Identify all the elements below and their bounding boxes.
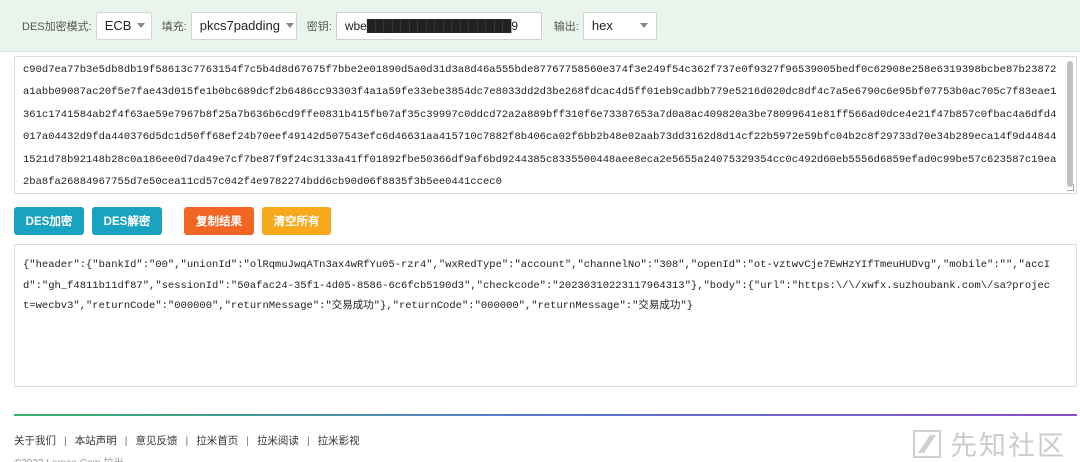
scrollbar-thumb[interactable] xyxy=(1067,61,1073,187)
footer-link-statement[interactable]: 本站声明 xyxy=(75,433,117,448)
footer-links: 关于我们 | 本站声明 | 意见反馈 | 拉米首页 | 拉米阅读 | 拉米影视 xyxy=(14,433,360,448)
footer-link-feedback[interactable]: 意见反馈 xyxy=(135,433,177,448)
padding-select-value: pkcs7padding xyxy=(199,18,280,33)
output-format-label: 输出: xyxy=(553,20,579,33)
mode-select-value: ECB xyxy=(104,18,132,33)
footer-link-read[interactable]: 拉米阅读 xyxy=(257,433,299,448)
mode-label: DES加密模式: xyxy=(22,20,92,33)
watermark-text: 先知社区 xyxy=(950,431,1066,462)
footer-separator: | xyxy=(185,434,189,447)
footer-divider xyxy=(14,414,1077,416)
ciphertext-textarea[interactable]: c90d7ea77b3e5db8db19f58613c7763154f7c5b4… xyxy=(14,56,1077,194)
chevron-down-icon xyxy=(639,23,648,28)
resize-handle-icon[interactable] xyxy=(1067,184,1074,191)
footer-separator: | xyxy=(306,434,310,447)
ciphertext-scrollbar[interactable] xyxy=(1066,61,1074,189)
clear-all-button[interactable]: 清空所有 xyxy=(262,207,331,235)
key-input[interactable] xyxy=(335,11,542,40)
mode-select[interactable]: ECB xyxy=(95,11,152,40)
chevron-down-icon xyxy=(285,23,294,28)
output-format-value: hex xyxy=(591,18,613,33)
action-buttons: DES加密 DES解密 复制结果 清空所有 xyxy=(14,207,339,235)
settings-toolbar: DES加密模式: ECB 填充: pkcs7padding 密钥: 输出: he… xyxy=(0,0,1080,52)
plaintext-output-textarea[interactable]: {"header":{"bankId":"00","unionId":"olRq… xyxy=(14,244,1077,387)
footer-link-movies[interactable]: 拉米影视 xyxy=(318,433,360,448)
footer-separator: | xyxy=(246,434,249,447)
des-decrypt-button[interactable]: DES解密 xyxy=(92,207,162,235)
watermark: 先知社区 xyxy=(910,424,1066,462)
plaintext-output-content: {"header":{"bankId":"00","unionId":"olRq… xyxy=(23,259,1051,312)
footer-link-about[interactable]: 关于我们 xyxy=(14,433,56,448)
des-encrypt-button[interactable]: DES加密 xyxy=(14,207,84,235)
footer-link-home[interactable]: 拉米首页 xyxy=(196,433,238,448)
output-format-select[interactable]: hex xyxy=(582,11,657,40)
xianzhi-logo-icon xyxy=(913,429,941,458)
chevron-down-icon xyxy=(137,23,146,28)
key-label: 密钥: xyxy=(306,20,332,33)
padding-select[interactable]: pkcs7padding xyxy=(190,11,297,40)
copyright-text: ©2023 Lamee.Com 拉米 xyxy=(14,454,124,462)
footer-separator: | xyxy=(124,434,128,447)
footer-separator: | xyxy=(64,434,67,447)
ciphertext-content: c90d7ea77b3e5db8db19f58613c7763154f7c5b4… xyxy=(23,64,1057,189)
copy-result-button[interactable]: 复制结果 xyxy=(184,207,254,235)
padding-label: 填充: xyxy=(161,20,187,33)
